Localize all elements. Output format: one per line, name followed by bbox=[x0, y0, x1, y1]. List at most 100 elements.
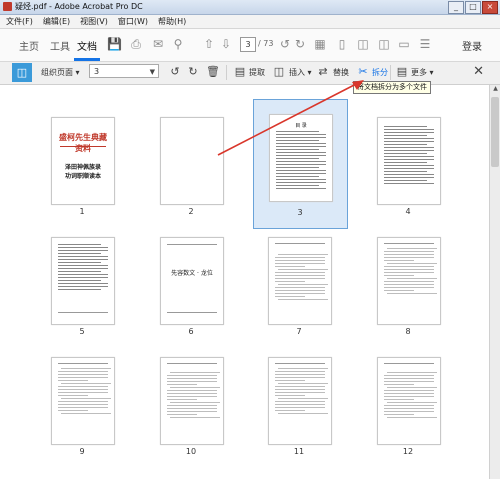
extract-button[interactable]: 提取 bbox=[249, 67, 265, 78]
thumbnail-cell[interactable]: 8 bbox=[363, 223, 453, 336]
text-line bbox=[167, 399, 197, 400]
split-button[interactable]: 拆分 bbox=[372, 67, 388, 78]
organize-pages-icon[interactable]: ◫ bbox=[12, 63, 32, 82]
vertical-scrollbar[interactable]: ▲ bbox=[489, 85, 500, 479]
insert-icon[interactable]: ◫ bbox=[272, 65, 286, 79]
page-thumbnail[interactable] bbox=[268, 237, 332, 325]
mail-icon[interactable]: ✉ bbox=[151, 37, 165, 51]
close-tool-icon[interactable]: ✕ bbox=[473, 64, 484, 79]
two-page-icon[interactable]: ◫ bbox=[356, 37, 370, 51]
text-line bbox=[275, 386, 325, 387]
cover-line-2: 功词职顺读本 bbox=[64, 173, 101, 180]
page-number-label: 12 bbox=[402, 447, 414, 456]
thumbnail-cell-selected[interactable]: 目 录 3 bbox=[253, 99, 348, 229]
text-line bbox=[384, 171, 427, 172]
tab-document[interactable]: 文档 bbox=[74, 38, 100, 61]
text-line bbox=[278, 299, 328, 300]
arrow-up-icon[interactable]: ⇧ bbox=[202, 37, 216, 51]
scroll-view-icon[interactable]: ◫ bbox=[377, 37, 391, 51]
text-line bbox=[275, 404, 325, 405]
minimize-button[interactable]: _ bbox=[448, 1, 464, 14]
tab-home[interactable]: 主页 bbox=[19, 38, 39, 53]
insert-button[interactable]: 插入 ▾ bbox=[289, 67, 312, 78]
rotate-left-icon[interactable]: ↺ bbox=[168, 65, 182, 79]
scroll-up-icon[interactable]: ▲ bbox=[490, 85, 500, 95]
search-icon[interactable]: ⚲ bbox=[171, 37, 185, 51]
thumbnail-cell[interactable]: 11 bbox=[254, 343, 344, 456]
cover-line-1: 泽田神佩族录 bbox=[64, 164, 101, 171]
sign-in-link[interactable]: 登录 bbox=[462, 38, 482, 53]
menu-help[interactable]: 帮助(H) bbox=[152, 16, 190, 27]
page-thumbnail[interactable] bbox=[377, 357, 441, 445]
text-lines bbox=[384, 372, 437, 420]
text-line bbox=[387, 387, 437, 388]
more-button[interactable]: 更多 ▾ bbox=[411, 67, 434, 78]
text-line bbox=[276, 131, 319, 132]
page-thumbnail[interactable] bbox=[377, 237, 441, 325]
fit-page-icon[interactable]: ▦ bbox=[313, 37, 327, 51]
text-line bbox=[275, 278, 325, 279]
rotate-ccw-view-icon[interactable]: ↺ bbox=[278, 37, 292, 51]
page-thumbnail-blank[interactable] bbox=[160, 117, 224, 205]
thumbnail-cell[interactable]: 盛柯先生典藏资料 泽田神佩族录 功词职顺读本 1 bbox=[37, 101, 127, 216]
text-line bbox=[58, 262, 101, 263]
page-thumbnail[interactable]: 先容数文 · 龙位 bbox=[160, 237, 224, 325]
text-line bbox=[58, 277, 108, 278]
menu-file[interactable]: 文件(F) bbox=[0, 16, 37, 27]
thumbnail-cell[interactable]: 9 bbox=[37, 343, 127, 456]
thumbnail-cell[interactable]: 5 bbox=[37, 223, 127, 336]
scissors-icon[interactable]: ✂ bbox=[356, 65, 370, 79]
text-line bbox=[384, 408, 434, 409]
page-thumbnail[interactable] bbox=[51, 357, 115, 445]
text-line bbox=[170, 372, 220, 373]
menu-view[interactable]: 视图(V) bbox=[74, 16, 112, 27]
thumbnail-cell[interactable]: 先容数文 · 龙位 6 bbox=[146, 223, 236, 336]
page-range-select[interactable]: 3 ▼ bbox=[89, 64, 159, 78]
page-number-input[interactable]: 3 bbox=[240, 37, 256, 52]
page-thumbnail[interactable] bbox=[377, 117, 441, 205]
chapter-title: 先容数文 · 龙位 bbox=[171, 270, 213, 277]
text-line bbox=[384, 147, 434, 148]
print-icon[interactable]: ⎙ bbox=[129, 37, 143, 51]
text-line bbox=[276, 161, 326, 162]
text-line bbox=[384, 281, 434, 282]
page-thumbnail[interactable] bbox=[160, 357, 224, 445]
single-page-icon[interactable]: ▯ bbox=[335, 37, 349, 51]
thumbnail-cell[interactable]: 10 bbox=[146, 343, 236, 456]
save-icon[interactable]: 💾 bbox=[107, 37, 122, 51]
menu-edit[interactable]: 编辑(E) bbox=[37, 16, 74, 27]
trash-icon[interactable]: 🗑 bbox=[206, 65, 220, 79]
text-line bbox=[278, 413, 328, 414]
thumbnail-cell[interactable]: 12 bbox=[363, 343, 453, 456]
thumbnail-cell[interactable]: 4 bbox=[363, 101, 453, 216]
page-thumbnail-cover[interactable]: 盛柯先生典藏资料 泽田神佩族录 功词职顺读本 bbox=[51, 117, 115, 205]
text-line bbox=[384, 150, 434, 151]
organize-pages-dropdown[interactable]: 组织页面 ▾ bbox=[41, 67, 80, 78]
scrollbar-thumb[interactable] bbox=[491, 97, 499, 167]
rotate-right-icon[interactable]: ↻ bbox=[186, 65, 200, 79]
menu-lines-icon[interactable]: ☰ bbox=[418, 37, 432, 51]
page-thumbnail[interactable] bbox=[268, 357, 332, 445]
text-line bbox=[384, 156, 434, 157]
maximize-button[interactable]: □ bbox=[465, 1, 481, 14]
close-window-button[interactable]: × bbox=[482, 1, 498, 14]
text-line bbox=[276, 146, 326, 147]
arrow-down-icon[interactable]: ⇩ bbox=[219, 37, 233, 51]
more-options-icon[interactable]: ▤ bbox=[395, 65, 409, 79]
text-line bbox=[276, 134, 326, 135]
thumbnail-cell[interactable]: 7 bbox=[254, 223, 344, 336]
text-line bbox=[275, 272, 325, 273]
text-line bbox=[278, 368, 328, 369]
replace-button[interactable]: 替换 bbox=[333, 67, 349, 78]
page-thumbnail-toc[interactable]: 目 录 bbox=[269, 114, 333, 202]
text-line bbox=[384, 162, 427, 163]
replace-icon[interactable]: ⇄ bbox=[316, 65, 330, 79]
text-line bbox=[384, 272, 434, 273]
page-thumbnail[interactable] bbox=[51, 237, 115, 325]
menu-window[interactable]: 窗口(W) bbox=[112, 16, 152, 27]
rotate-cw-view-icon[interactable]: ↻ bbox=[293, 37, 307, 51]
thumbnail-cell[interactable]: 2 bbox=[146, 101, 236, 216]
present-icon[interactable]: ▭ bbox=[397, 37, 411, 51]
extract-icon[interactable]: ▤ bbox=[233, 65, 247, 79]
tab-tools[interactable]: 工具 bbox=[50, 38, 70, 53]
